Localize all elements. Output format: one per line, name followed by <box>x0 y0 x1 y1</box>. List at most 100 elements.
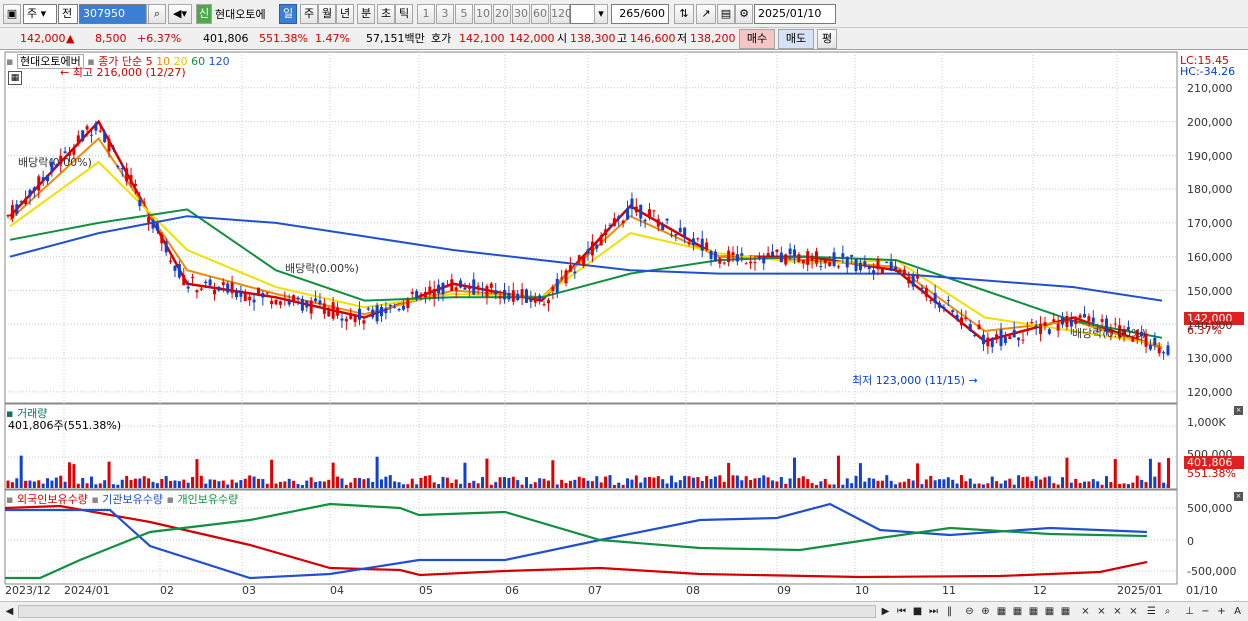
volume-bar <box>946 477 950 488</box>
close-panel-icon[interactable]: × <box>1234 406 1243 415</box>
up-arrow-icon: ▲ <box>66 32 75 45</box>
volume-bar <box>1104 476 1108 488</box>
candle-body <box>604 229 608 236</box>
chart-area[interactable] <box>0 50 1248 621</box>
period-tab[interactable]: 주 <box>300 4 318 24</box>
chart-scrollbar[interactable]: ◀ ▶ ⏮ ■ ⏭ ‖ ⊖ ⊕ ▦ ▦ ▦ ▦ ▦ ⨯ ⨯ ⨯ ⨯ ☰ ⌕ ⊥ … <box>0 601 1248 621</box>
candle-body <box>1166 345 1170 355</box>
candle-body <box>1043 322 1047 326</box>
date-field[interactable]: 2025/01/10 ▦ <box>754 4 836 38</box>
high-price: 146,600 <box>630 32 676 45</box>
chart-canvas[interactable] <box>0 50 1248 601</box>
count-field[interactable]: 265/600 <box>611 4 669 24</box>
grid-icon[interactable]: ▦ <box>1010 604 1025 619</box>
grid-icon[interactable]: ▦ <box>1042 604 1057 619</box>
ma-60-label[interactable]: 60 <box>191 55 205 68</box>
volume-bar <box>902 481 906 488</box>
period-tab[interactable]: 틱 <box>395 4 413 24</box>
candle-body <box>740 253 744 256</box>
scroll-track[interactable] <box>18 605 876 618</box>
list-icon[interactable]: ☰ <box>1144 604 1159 619</box>
cross-icon[interactable]: ⨯ <box>1126 604 1141 619</box>
interval-dropdown-icon[interactable]: ▾ <box>594 4 608 24</box>
bid-price: 142,100 <box>459 32 505 45</box>
grid-icon[interactable]: ▦ <box>1058 604 1073 619</box>
candle-body <box>120 168 124 170</box>
search-icon[interactable]: ⌕ <box>148 4 166 24</box>
speaker-icon[interactable]: ◀▾ <box>168 4 192 24</box>
period-tab[interactable]: 일 <box>279 4 297 24</box>
chart-type-icon[interactable]: ⇅ <box>674 4 694 24</box>
period-tab[interactable]: 초 <box>377 4 395 24</box>
individual-holding-label[interactable]: 개인보유수량 <box>177 493 238 506</box>
screen-menu-icon[interactable]: ▣ <box>3 4 21 24</box>
trade-amount: 57,151백만 <box>366 32 425 45</box>
candle-body <box>445 285 449 287</box>
volume-tick: 1,000K <box>1187 416 1226 429</box>
eval-button[interactable]: 평 <box>817 29 837 49</box>
volume-bar <box>599 482 603 488</box>
ma-120-label[interactable]: 120 <box>209 55 230 68</box>
font-size-icon[interactable]: A <box>1230 604 1245 619</box>
candle-body <box>1025 329 1029 332</box>
scroll-right-icon[interactable]: ▶ <box>878 604 893 619</box>
interval-tab[interactable]: 5 <box>455 4 473 24</box>
x-tick: 2024/01 <box>64 584 110 597</box>
indicator-table-icon[interactable]: ▦ <box>8 71 22 85</box>
close-panel-icon[interactable]: × <box>1234 492 1243 501</box>
fast-forward-icon[interactable]: ⏭ <box>926 604 941 619</box>
candle-body <box>234 291 238 298</box>
institution-holding-label[interactable]: 기관보유수량 <box>102 493 163 506</box>
period-tab[interactable]: 년 <box>336 4 354 24</box>
low-annotation-text: 최저 123,000 (11/15) <box>852 374 966 387</box>
code-input[interactable]: 307950 <box>79 4 146 24</box>
volume-bar <box>463 462 467 488</box>
market-select[interactable]: 주 ▾ <box>23 4 57 24</box>
grid-icon[interactable]: ▦ <box>1026 604 1041 619</box>
price-tick: 170,000 <box>1187 217 1233 231</box>
rewind-icon[interactable]: ⏮ <box>894 604 909 619</box>
draw-tool-icon[interactable]: ↗ <box>696 4 716 24</box>
candle-body <box>15 204 19 215</box>
cross-icon[interactable]: ⨯ <box>1094 604 1109 619</box>
search-icon[interactable]: ⌕ <box>1160 604 1175 619</box>
foreign-holding-label[interactable]: 외국인보유수량 <box>17 493 88 506</box>
cross-icon[interactable]: ⨯ <box>1110 604 1125 619</box>
period-select[interactable]: 전 <box>58 4 78 24</box>
save-icon[interactable]: ▤ <box>717 4 735 24</box>
interval-tab[interactable]: 10 <box>474 4 492 24</box>
period-tab[interactable]: 분 <box>357 4 375 24</box>
settings-gear-icon[interactable]: ⚙ <box>735 4 753 24</box>
sell-button[interactable]: 매도 <box>778 29 814 49</box>
candle-body <box>665 218 669 221</box>
interval-tab[interactable]: 60 <box>531 4 549 24</box>
candle-body <box>1003 337 1007 343</box>
cross-icon[interactable]: ⨯ <box>1078 604 1093 619</box>
pause-icon[interactable]: ‖ <box>942 604 957 619</box>
volume-bar <box>1008 478 1012 488</box>
grid-icon[interactable]: ▦ <box>994 604 1009 619</box>
candle-body <box>133 183 137 187</box>
stop-icon[interactable]: ■ <box>910 604 925 619</box>
volume-bar <box>445 477 449 488</box>
interval-tab[interactable]: 20 <box>493 4 511 24</box>
candle-body <box>850 254 854 257</box>
minus-icon[interactable]: − <box>1198 604 1213 619</box>
volume-bar <box>72 464 76 488</box>
zoom-in-icon[interactable]: ⊕ <box>978 604 993 619</box>
buy-button[interactable]: 매수 <box>739 29 775 49</box>
zoom-out-icon[interactable]: ⊖ <box>962 604 977 619</box>
panel-dot-icon: ▪ <box>166 493 174 506</box>
pin-icon[interactable]: ⊥ <box>1182 604 1197 619</box>
scroll-left-icon[interactable]: ◀ <box>2 604 17 619</box>
interval-tab[interactable]: 30 <box>512 4 530 24</box>
candle-body <box>582 256 586 266</box>
candle-body <box>911 275 915 287</box>
interval-tab[interactable]: 120 <box>550 4 572 24</box>
plus-icon[interactable]: + <box>1214 604 1229 619</box>
period-tab[interactable]: 월 <box>318 4 336 24</box>
volume-bar <box>612 484 616 488</box>
interval-tab[interactable]: 3 <box>436 4 454 24</box>
volume-bar <box>722 481 726 488</box>
interval-tab[interactable]: 1 <box>417 4 435 24</box>
